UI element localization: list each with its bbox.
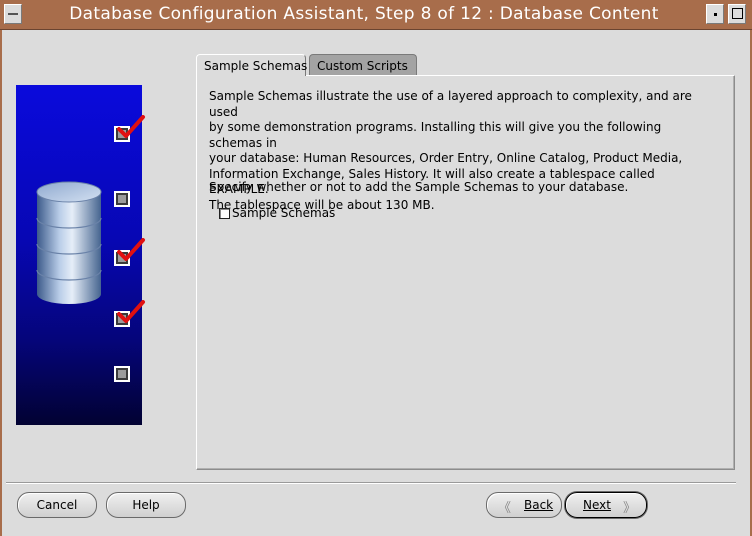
step-checkbox-icon (114, 191, 130, 207)
back-button-label: Back (524, 498, 554, 512)
tab-custom-scripts[interactable]: Custom Scripts (309, 54, 417, 75)
button-separator (6, 482, 736, 484)
cancel-button[interactable]: Cancel (17, 492, 97, 518)
sample-schemas-checkbox[interactable] (219, 207, 230, 219)
maximize-icon[interactable] (728, 4, 746, 24)
step-checkbox-icon (114, 366, 130, 382)
window-title: Database Configuration Assistant, Step 8… (69, 4, 659, 24)
back-button[interactable]: 《 Back (486, 492, 562, 518)
red-checkmark-icon (117, 300, 145, 323)
description-line: Sample Schemas illustrate the use of a l… (209, 89, 692, 119)
chevron-left-icon: 《 (498, 501, 512, 516)
chevron-right-icon: 》 (622, 501, 636, 516)
sample-schemas-description: Sample Schemas illustrate the use of a l… (209, 89, 714, 213)
sample-schemas-option[interactable]: Sample Schemas (219, 206, 335, 220)
title-bar: Database Configuration Assistant, Step 8… (0, 0, 752, 30)
description-line: by some demonstration programs. Installi… (209, 120, 662, 150)
help-button[interactable]: Help (106, 492, 186, 518)
tab-sample-schemas[interactable]: Sample Schemas (196, 54, 307, 76)
help-button-label: Help (132, 498, 160, 512)
window-menu-icon[interactable] (4, 4, 22, 24)
red-checkmark-icon (117, 238, 145, 261)
minimize-icon[interactable] (706, 4, 724, 24)
sample-schemas-checkbox-label[interactable]: Sample Schemas (232, 206, 335, 220)
tab-content-panel: Sample Schemas illustrate the use of a l… (196, 75, 735, 470)
wizard-illustration (16, 85, 145, 425)
cancel-button-label: Cancel (36, 498, 78, 512)
description-line: your database: Human Resources, Order En… (209, 151, 683, 165)
next-button-label: Next (583, 498, 611, 512)
red-checkmark-icon (117, 115, 145, 138)
window-frame-left (0, 30, 2, 536)
database-cylinder-icon (36, 181, 102, 304)
sample-schemas-prompt: Specify whether or not to add the Sample… (209, 180, 629, 194)
next-button[interactable]: Next 》 (565, 492, 647, 518)
